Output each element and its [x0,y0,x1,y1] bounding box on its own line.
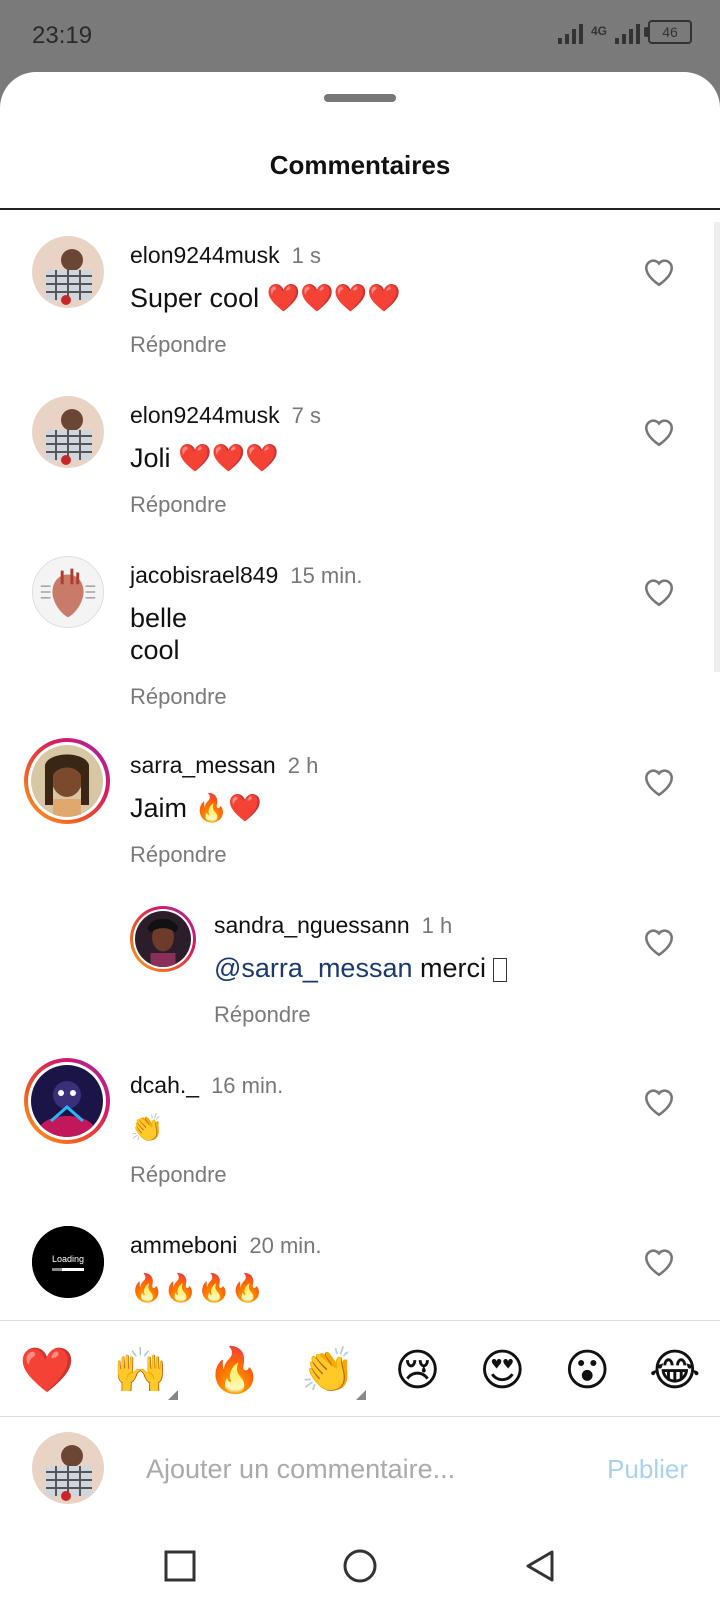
reaction-fire[interactable]: 🔥 [207,1344,262,1396]
comment-text: Joli ❤️❤️❤️ [130,443,279,473]
comment-time: 1 h [421,913,453,938]
skin-tone-indicator-icon [355,1390,366,1400]
reply-button[interactable]: Répondre [130,1162,227,1188]
comment-time: 7 s [291,403,321,428]
title-divider [0,208,720,210]
composer-divider [0,1416,720,1417]
reply-button[interactable]: Répondre [130,332,227,358]
svg-text:Loading: Loading [52,1254,84,1264]
comment-username[interactable]: elon9244musk 1 s [130,242,321,269]
comment-text: Jaim 🔥❤️ [130,793,262,823]
system-nav-bar [0,1520,720,1612]
like-heart-icon[interactable] [642,1086,676,1118]
like-heart-icon[interactable] [642,766,676,798]
battery-icon: 46 [644,20,692,44]
comment-item: dcah._ 16 min. 👏 Répondre [0,1052,720,1202]
signal-icon [557,20,583,44]
comment-username[interactable]: sarra_messan 2 h [130,752,318,779]
comment-time: 16 min. [211,1073,284,1098]
avatar[interactable] [32,396,104,468]
comment-composer: Publier [0,1432,720,1504]
comment-item: Loading ammeboni 20 min. 🔥🔥🔥🔥 [0,1212,720,1312]
reaction-laughing[interactable]: 😂 [649,1345,700,1396]
publish-button[interactable]: Publier [607,1454,688,1485]
quick-reactions-bar: ❤️ 🙌 🔥 👏 😢 😍 😮 😂 [0,1330,720,1410]
comment-text: 🔥🔥🔥🔥 [130,1273,265,1303]
comment-time: 20 min. [249,1233,322,1258]
mention-link[interactable]: @sarra_messan [214,953,412,983]
comment-item: sarra_messan 2 h Jaim 🔥❤️ Répondre [0,732,720,882]
back-triangle-icon[interactable] [518,1544,562,1588]
story-avatar[interactable] [130,906,196,972]
comment-username[interactable]: sandra_nguessann 1 h [214,912,452,939]
comment-time: 15 min. [290,563,363,588]
like-heart-icon[interactable] [642,256,676,288]
reaction-raising-hands[interactable]: 🙌 [113,1344,179,1400]
skin-tone-indicator-icon [168,1390,179,1400]
comment-username[interactable]: ammeboni 20 min. [130,1232,322,1259]
unsupported-glyph [493,957,508,982]
reaction-heart[interactable]: ❤️ [19,1344,74,1396]
like-heart-icon[interactable] [642,576,676,608]
reaction-crying[interactable]: 😢 [395,1345,441,1396]
comment-username[interactable]: dcah._ 16 min. [130,1072,283,1099]
comment-text: @sarra_messan merci [214,952,508,984]
like-heart-icon[interactable] [642,416,676,448]
like-heart-icon[interactable] [642,1246,676,1278]
network-label: 4G [590,24,607,38]
comment-text: Super cool ❤️❤️❤️❤️ [130,283,402,313]
like-heart-icon[interactable] [642,926,676,958]
recents-square-icon[interactable] [158,1544,202,1588]
reply-button[interactable]: Répondre [214,1002,311,1028]
reaction-clap[interactable]: 👏 [301,1344,366,1400]
status-bar: 23:19 4G 46 [0,0,720,72]
comment-time: 2 h [287,753,319,778]
reply-button[interactable]: Répondre [130,842,227,868]
story-avatar[interactable] [24,738,110,824]
signal-icon-2 [615,20,640,44]
reply-item: sandra_nguessann 1 h @sarra_messan merci … [0,892,720,1042]
avatar[interactable] [32,556,104,628]
sheet-grabber[interactable] [324,94,396,102]
avatar[interactable]: Loading [32,1226,104,1298]
status-icons: 4G 46 [557,20,692,44]
story-avatar[interactable] [24,1058,110,1144]
comment-text: belle cool [130,603,188,665]
status-time: 23:19 [32,22,93,49]
comment-text: 👏 [130,1113,164,1143]
reply-button[interactable]: Répondre [130,492,227,518]
avatar[interactable] [32,236,104,308]
comment-username[interactable]: elon9244musk 7 s [130,402,321,429]
comment-item: jacobisrael849 15 min. belle cool Répondr… [0,542,720,722]
sheet-title: Commentaires [269,150,451,180]
comment-item: elon9244musk 7 s Joli ❤️❤️❤️ Répondre [0,382,720,532]
reaction-heart-eyes[interactable]: 😍 [479,1345,525,1396]
current-user-avatar [32,1432,104,1504]
comment-input[interactable] [144,1440,568,1498]
reply-button[interactable]: Répondre [130,684,227,710]
comment-time: 1 s [291,243,321,268]
comment-username[interactable]: jacobisrael849 15 min. [130,562,362,589]
reactions-divider [0,1320,720,1321]
home-circle-icon[interactable] [338,1544,382,1588]
comment-item: elon9244musk 1 s Super cool ❤️❤️❤️❤️ Répo… [0,222,720,372]
reaction-surprised[interactable]: 😮 [564,1345,610,1396]
